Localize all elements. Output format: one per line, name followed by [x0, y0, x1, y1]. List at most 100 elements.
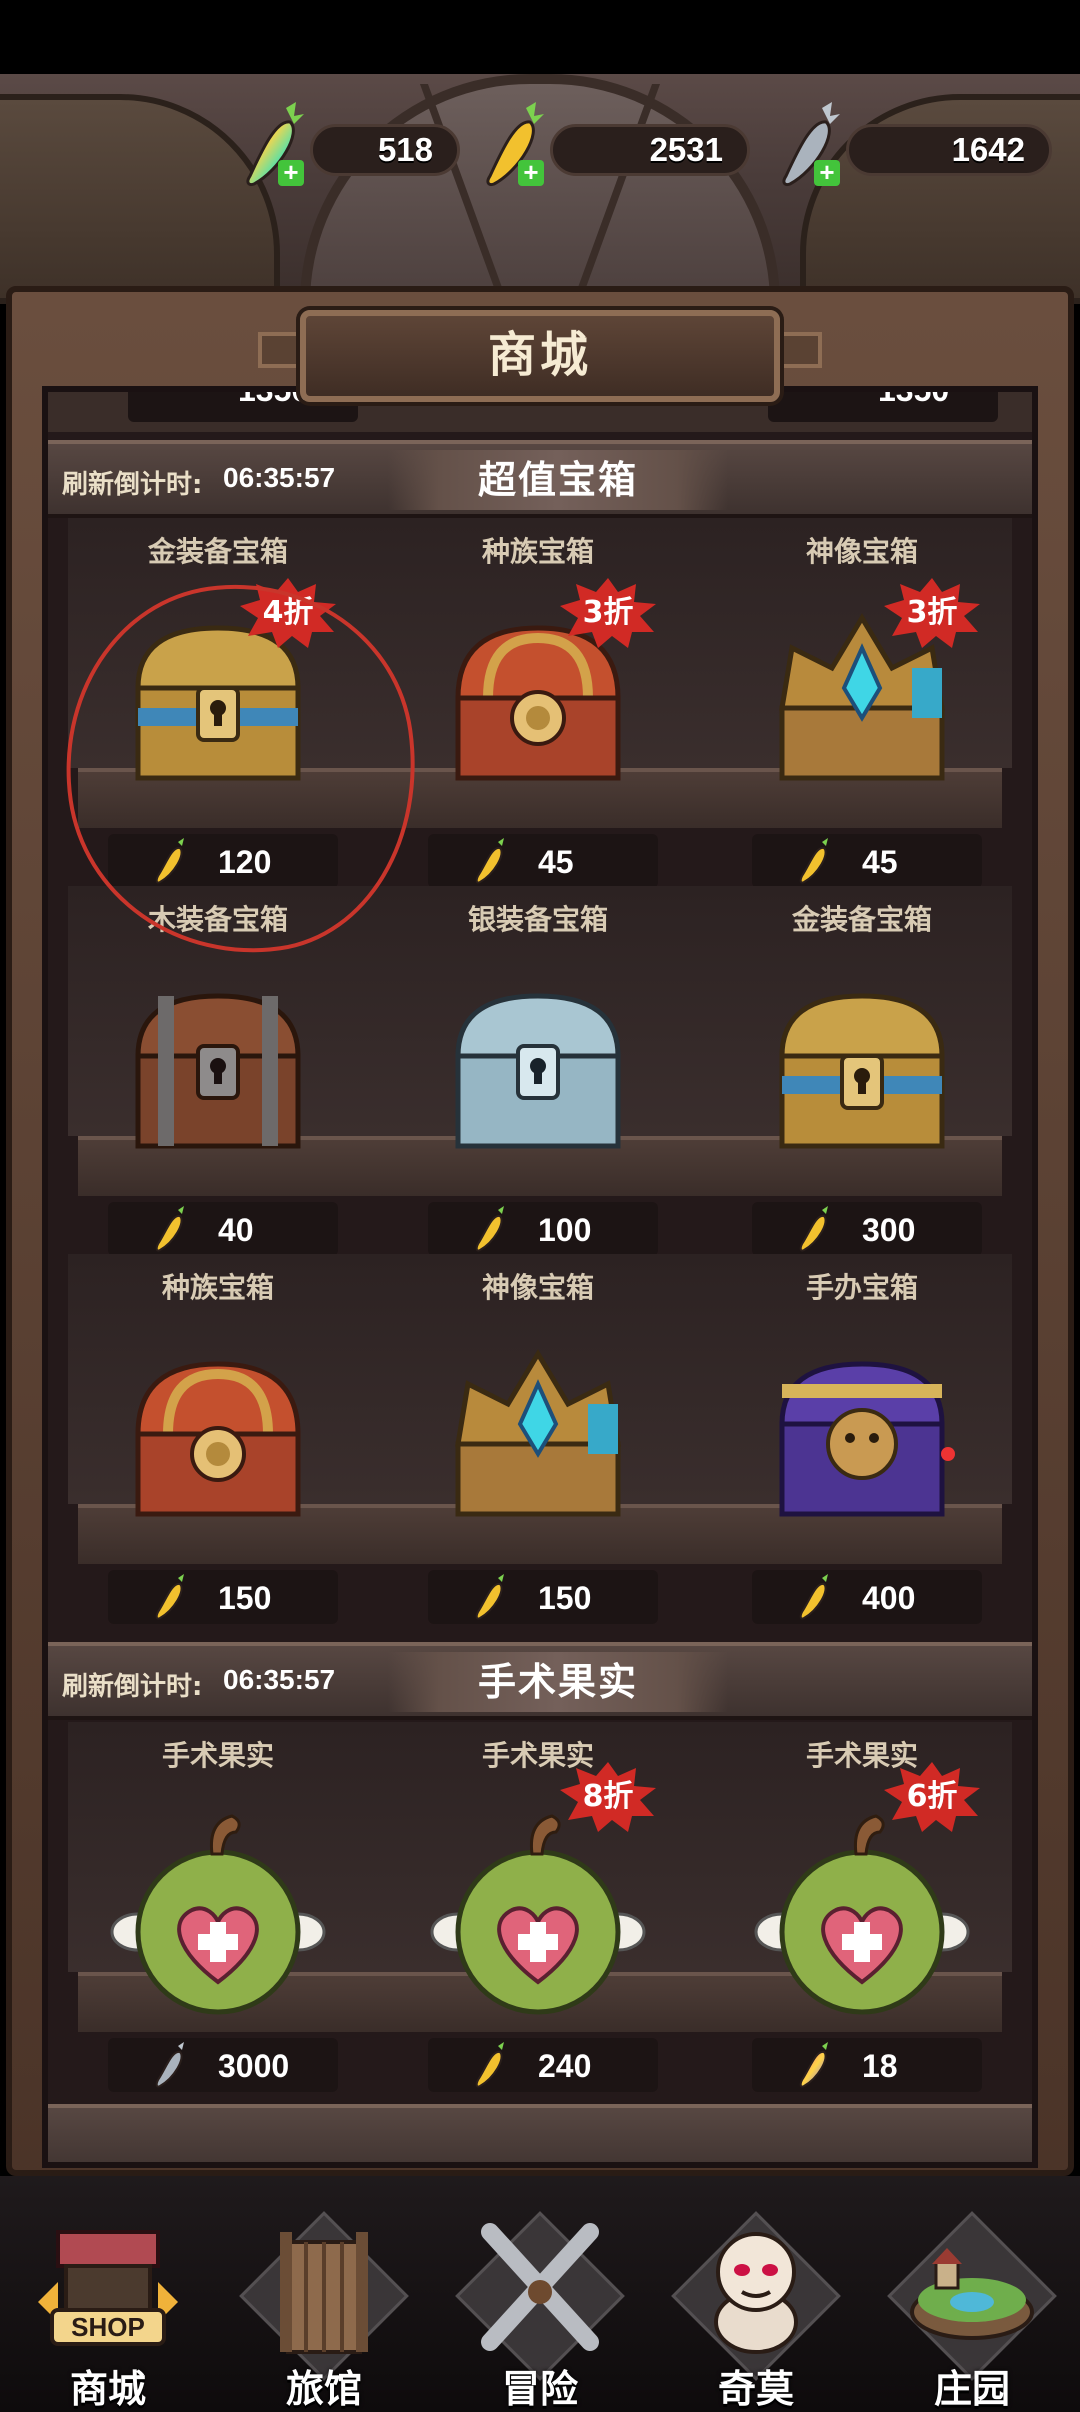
gold-carrot-icon — [475, 2042, 504, 2088]
section-header-fruit: 刷新倒计时: 06:35:57 手术果实 — [48, 1642, 1032, 1720]
decor-shelf-left — [0, 94, 280, 304]
item-name: 手办宝箱 — [805, 1271, 918, 1304]
price-pill-partial: 1350 — [768, 392, 998, 422]
inn-gate-icon — [280, 2232, 368, 2354]
shop-item-gold-chest[interactable]: 金装备宝箱 300 — [702, 886, 1022, 1256]
add-currency-icon[interactable]: + — [278, 159, 304, 186]
figure-chest-icon — [779, 1361, 955, 1517]
nav-manor[interactable]: 庄园 — [864, 2176, 1080, 2412]
island-icon — [910, 2248, 1034, 2340]
shelf-row: 木装备宝箱 40 银装备宝箱 100 金装备宝箱 300 — [48, 886, 1032, 1256]
gold-carrot-icon — [475, 1206, 504, 1252]
nav-shop[interactable]: SHOP 商城 — [0, 2176, 216, 2412]
price-button[interactable]: 3000 — [108, 2038, 338, 2092]
race-chest-icon — [135, 1361, 301, 1517]
shop-item-figure-chest[interactable]: 手办宝箱 400 — [702, 1254, 1022, 1624]
price-button[interactable]: 400 — [752, 1570, 982, 1624]
price-button[interactable]: 45 — [428, 834, 658, 888]
currency-value: 1642 — [846, 124, 1052, 176]
price-button[interactable]: 100 — [428, 1202, 658, 1256]
shop-item-idol-chest[interactable]: 神像宝箱 3折 45 — [702, 518, 1022, 888]
shop-item-race-chest[interactable]: 种族宝箱 3折 45 — [378, 518, 698, 888]
gold-chest-icon — [779, 993, 945, 1149]
discount-badge: 6折 — [882, 1762, 982, 1832]
shop-item-surgery-fruit[interactable]: 手术果实 6折 18 — [702, 1722, 1022, 2092]
discount-badge: 4折 — [238, 578, 338, 648]
gold-carrot-icon — [155, 838, 184, 884]
svg-text:SHOP: SHOP — [71, 2312, 145, 2342]
gold-carrot-icon — [475, 1574, 504, 1620]
item-name: 神像宝箱 — [481, 1271, 594, 1304]
item-name: 银装备宝箱 — [467, 903, 608, 936]
idol-chest-icon — [455, 1349, 621, 1517]
item-name: 种族宝箱 — [481, 535, 594, 568]
shop-item-surgery-fruit[interactable]: 手术果实 3000 — [58, 1722, 378, 2092]
silver-chest-icon — [455, 993, 621, 1149]
silver-carrot-icon — [155, 2042, 184, 2088]
countdown-label: 刷新倒计时: — [62, 470, 203, 500]
nav-character[interactable]: 奇莫 — [648, 2176, 864, 2412]
shop-item-silver-chest[interactable]: 银装备宝箱 100 — [378, 886, 698, 1256]
currency-rainbow-carrot[interactable]: 518 + — [240, 100, 460, 200]
price-button[interactable]: 240 — [428, 2038, 658, 2092]
item-name: 金装备宝箱 — [147, 535, 288, 568]
item-name: 手术果实 — [161, 1739, 274, 1772]
gold-carrot-icon — [799, 838, 828, 884]
section-title: 手术果实 — [388, 1652, 728, 1712]
price-button[interactable]: 40 — [108, 1202, 338, 1256]
item-name: 木装备宝箱 — [147, 903, 288, 936]
gold-carrot-icon — [799, 1574, 828, 1620]
nav-inn[interactable]: 旅馆 — [216, 2176, 432, 2412]
section-header-chests: 刷新倒计时: 06:35:57 超值宝箱 — [48, 440, 1032, 518]
add-currency-icon[interactable]: + — [814, 159, 840, 186]
add-currency-icon[interactable]: + — [518, 159, 544, 186]
currency-value: 2531 — [550, 124, 750, 176]
nav-adventure[interactable]: 冒险 — [432, 2176, 648, 2412]
shelf-row: 种族宝箱 150 神像宝箱 150 手办宝箱 400 — [48, 1254, 1032, 1624]
gold-carrot-icon — [475, 838, 504, 884]
countdown-timer: 06:35:57 — [223, 1664, 336, 1695]
nav-label: 旅馆 — [285, 2367, 362, 2411]
price-button[interactable]: 150 — [108, 1570, 338, 1624]
surgery-fruit-icon — [110, 1814, 326, 2015]
shop-item-gold-chest[interactable]: 金装备宝箱 4折 120 — [58, 518, 378, 888]
shop-scroll-area[interactable]: 1350 1350 刷新倒计时: 06:35:57 超值宝箱 金装备宝箱 4折 … — [42, 386, 1038, 2168]
wood-chest-icon — [135, 993, 301, 1149]
nav-label: 庄园 — [933, 2367, 1010, 2411]
price-button[interactable]: 45 — [752, 834, 982, 888]
bottom-nav: SHOP 商城 旅馆 冒险 奇莫 庄园 — [0, 2176, 1080, 2412]
item-name: 金装备宝箱 — [791, 903, 932, 936]
currency-gold-carrot[interactable]: 2531 + — [480, 100, 750, 200]
item-name: 神像宝箱 — [805, 535, 918, 568]
status-bar — [0, 0, 1080, 74]
item-name: 种族宝箱 — [161, 1271, 274, 1304]
discount-badge: 8折 — [558, 1762, 658, 1832]
gold-carrot-icon — [155, 1574, 184, 1620]
shelf-row: 手术果实 3000 手术果实 8折 240 手术果实 6折 18 — [48, 1722, 1032, 2092]
price-button[interactable]: 120 — [108, 834, 338, 888]
character-icon — [714, 2232, 798, 2354]
shop-item-race-chest[interactable]: 种族宝箱 150 — [58, 1254, 378, 1624]
discount-badge: 3折 — [882, 578, 982, 648]
price-button[interactable]: 18 — [752, 2038, 982, 2092]
gold-carrot-icon — [799, 1206, 828, 1252]
section-header-next — [48, 2104, 1032, 2162]
countdown-label: 刷新倒计时: — [62, 1672, 203, 1702]
price-button[interactable]: 150 — [428, 1570, 658, 1624]
shop-icon: SHOP — [38, 2230, 178, 2346]
shelf-row: 金装备宝箱 4折 120 种族宝箱 3折 45 神像宝箱 3折 45 — [48, 518, 1032, 888]
page-title: 商城 — [300, 310, 780, 402]
shop-item-wood-chest[interactable]: 木装备宝箱 40 — [58, 886, 378, 1256]
section-title: 超值宝箱 — [388, 450, 728, 510]
shop-frame: 1350 1350 刷新倒计时: 06:35:57 超值宝箱 金装备宝箱 4折 … — [6, 286, 1074, 2176]
discount-badge: 3折 — [558, 578, 658, 648]
nav-label: 冒险 — [501, 2367, 578, 2411]
gold-carrot-icon — [155, 1206, 184, 1252]
currency-silver-carrot[interactable]: 1642 + — [776, 100, 1052, 200]
currency-value: 518 — [310, 124, 460, 176]
shop-item-surgery-fruit[interactable]: 手术果实 8折 240 — [378, 1722, 698, 2092]
crossed-swords-icon — [481, 2223, 599, 2351]
rainbow-carrot-icon — [799, 2042, 828, 2088]
price-button[interactable]: 300 — [752, 1202, 982, 1256]
shop-item-idol-chest[interactable]: 神像宝箱 150 — [378, 1254, 698, 1624]
